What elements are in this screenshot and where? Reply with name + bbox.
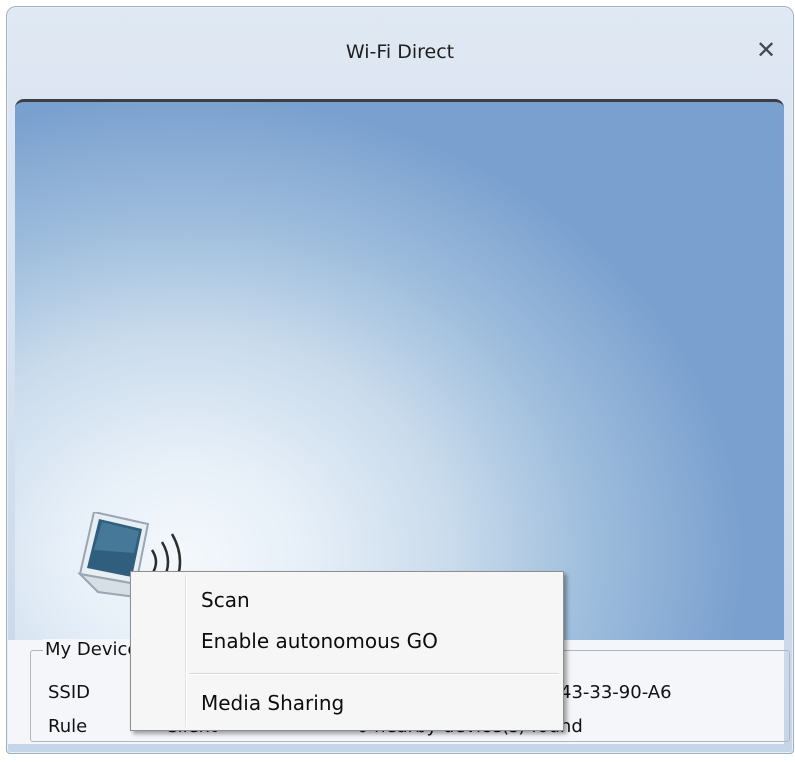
- window-title: Wi-Fi Direct: [345, 41, 455, 63]
- title-bar: Wi-Fi Direct ✕: [7, 7, 793, 105]
- group-title: My Device: [43, 639, 141, 660]
- mac-address-value: 43-33-90-A6: [560, 682, 672, 703]
- rule-label: Rule: [48, 716, 88, 737]
- close-icon[interactable]: ✕: [753, 37, 779, 63]
- menu-gutter: [185, 575, 187, 727]
- ssid-label: SSID: [48, 682, 91, 703]
- menu-separator: [189, 673, 559, 675]
- menu-item-enable-autonomous-go[interactable]: Enable autonomous GO: [201, 629, 438, 653]
- context-menu: Scan Enable autonomous GO Media Sharing: [130, 571, 564, 731]
- menu-item-scan[interactable]: Scan: [201, 588, 250, 612]
- menu-item-media-sharing[interactable]: Media Sharing: [201, 691, 344, 715]
